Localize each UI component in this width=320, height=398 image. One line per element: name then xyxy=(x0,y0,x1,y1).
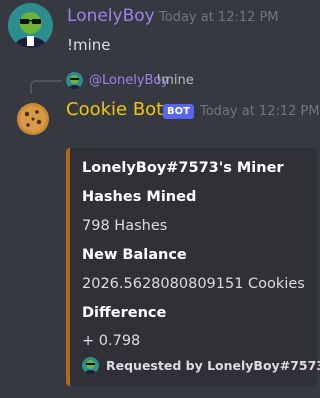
embed-field-value: + 0.798 xyxy=(82,333,141,349)
message-content: !mine xyxy=(67,36,111,54)
footer-avatar xyxy=(82,357,99,374)
embed-title: LonelyBoy#7573's Miner xyxy=(82,160,284,176)
bot-username[interactable]: Cookie Bot xyxy=(66,100,163,120)
reply-connector xyxy=(30,80,62,94)
user-avatar[interactable] xyxy=(8,3,53,48)
reply-content[interactable]: !mine xyxy=(156,73,194,88)
bot-badge: BOT xyxy=(163,104,194,119)
embed-field-name: New Balance xyxy=(82,247,187,263)
message-username[interactable]: LonelyBoy xyxy=(67,6,155,26)
embed-field-name: Hashes Mined xyxy=(82,189,197,205)
embed-field-value: 2026.5628080809151 Cookies xyxy=(82,276,305,292)
reply-avatar[interactable] xyxy=(66,72,83,89)
embed-field-name: Difference xyxy=(82,305,167,321)
embed-field-value: 798 Hashes xyxy=(82,218,168,234)
bot-avatar[interactable] xyxy=(13,98,53,138)
bot-message-timestamp: Today at 12:12 PM xyxy=(200,104,320,119)
miner-embed: LonelyBoy#7573's Miner Hashes Mined 798 … xyxy=(66,148,320,386)
embed-footer: Requested by LonelyBoy#7573 xyxy=(106,358,320,373)
message-timestamp: Today at 12:12 PM xyxy=(159,10,279,25)
